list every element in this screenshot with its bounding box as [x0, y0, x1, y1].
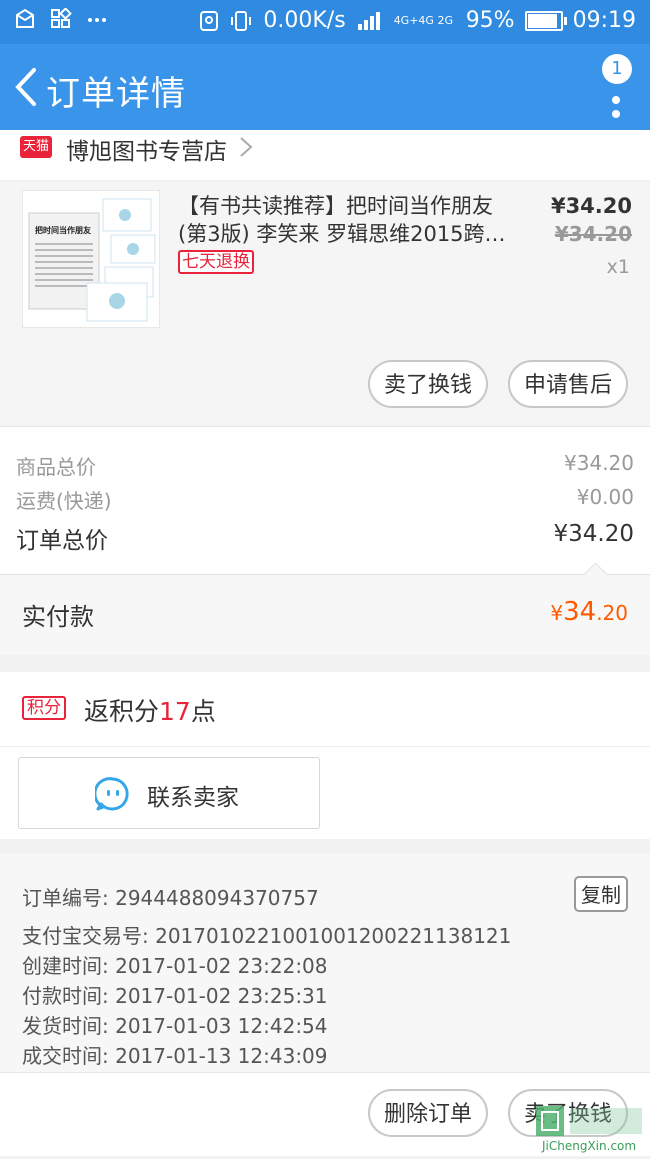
alipay-number: 支付宝交易号: 20170102210010012002211381​21: [22, 924, 512, 948]
contact-seller-label: 联系卖家: [147, 785, 239, 811]
book-cover-illustration: 把时间当作朋友: [28, 198, 156, 322]
paid-time: 付款时间: 2017-01-02 23:25:31: [22, 984, 328, 1008]
points-prefix: 返积分: [84, 697, 160, 726]
tmall-logo: 天猫: [20, 136, 52, 158]
paid-label: 实付款: [22, 603, 94, 631]
back-arrow-icon[interactable]: [8, 64, 44, 110]
cover-title: 把时间当作朋友: [35, 225, 91, 235]
seven-day-return-tag: 七天退换: [178, 250, 254, 274]
battery-percent: 95%: [465, 8, 515, 33]
sell-button[interactable]: 卖了换钱: [368, 360, 488, 408]
status-bar: 0.00K/s 4G+4G 2G 95% 09:19: [0, 0, 650, 44]
product-title-line2: (第3版) 李笑来 罗辑思维2015跨…: [178, 222, 506, 246]
site-watermark: JiChengXin.com: [532, 1100, 650, 1155]
points-text: 返积分17点: [84, 692, 216, 728]
product-title[interactable]: 【有书共读推荐】把时间当作朋友 (第3版) 李笑来 罗辑思维2015跨…: [178, 192, 513, 248]
status-left: [14, 8, 108, 30]
network-type: 4G+4G 2G: [393, 14, 453, 27]
apps-icon: [51, 8, 72, 28]
contact-area: 联系卖家: [0, 746, 650, 839]
paid-row: 实付款 ¥34.20: [0, 562, 650, 655]
message-icon: [16, 8, 34, 28]
product-image[interactable]: 把时间当作朋友: [22, 190, 160, 328]
watermark-logo: JiChengXin.com: [536, 1106, 642, 1153]
created-time: 创建时间: 2017-01-02 23:22:08: [22, 954, 328, 978]
battery-icon: [524, 10, 567, 31]
points-value: 17: [159, 697, 191, 726]
signal-icon: [357, 11, 380, 30]
order-total-row: 订单总价 ¥34.20: [16, 521, 634, 555]
paid-decimal: .20: [596, 601, 628, 625]
network-speed: 0.00K/s: [263, 8, 346, 33]
paid-currency: ¥: [550, 601, 564, 625]
order-total-value: ¥34.20: [553, 521, 634, 547]
shipping-value: ¥0.00: [576, 485, 634, 509]
order-total-label: 订单总价: [16, 528, 108, 554]
shipped-time: 发货时间: 2017-01-03 12:42:54: [22, 1014, 328, 1038]
page-title: 订单详情: [46, 74, 186, 114]
quantity: x1: [606, 256, 630, 278]
location-icon: [200, 10, 219, 31]
paid-amount: ¥34.20: [550, 597, 628, 627]
order-info: 订单编号: 2944488094370757 复制 支付宝交易号: 201701…: [0, 854, 650, 1072]
notification-badge: 1: [602, 54, 632, 84]
shop-name[interactable]: 博旭图书专营店: [66, 132, 227, 166]
points-suffix: 点: [190, 697, 216, 726]
vibrate-icon: [231, 10, 252, 31]
product-price: ¥34.20: [550, 194, 632, 218]
copy-button[interactable]: 复制: [574, 876, 628, 912]
delete-order-button[interactable]: 删除订单: [368, 1089, 488, 1137]
original-price: ¥34.20: [554, 222, 632, 246]
points-row: 积分 返积分17点: [0, 672, 650, 746]
goods-total-row: 商品总价 ¥34.20: [16, 451, 634, 480]
product-card: 把时间当作朋友 【有书共读推荐】把时间当作朋友 (第3版) 李笑来 罗辑思维20…: [0, 182, 650, 426]
clock: 09:19: [572, 8, 636, 33]
nav-bar: 订单详情 1: [0, 44, 650, 130]
contact-seller-button[interactable]: 联系卖家: [18, 757, 320, 829]
chat-bubble-icon: [95, 777, 129, 811]
paid-integer: 34: [563, 597, 597, 627]
chevron-right-icon: [240, 137, 253, 157]
price-summary: 商品总价 ¥34.20 运费(快递) ¥0.00 订单总价 ¥34.20: [0, 426, 650, 575]
shipping-row: 运费(快递) ¥0.00: [16, 485, 634, 514]
points-badge: 积分: [22, 696, 66, 720]
status-right: 0.00K/s 4G+4G 2G 95% 09:19: [199, 8, 636, 33]
more-dots-icon: [88, 18, 106, 22]
completed-time: 成交时间: 2017-01-13 12:43:09: [22, 1044, 328, 1068]
after-sale-button[interactable]: 申请售后: [508, 360, 628, 408]
goods-total-label: 商品总价: [16, 455, 96, 479]
goods-total-value: ¥34.20: [564, 451, 634, 475]
shop-row[interactable]: 天猫 博旭图书专营店: [0, 130, 650, 180]
order-number: 订单编号: 2944488094370757: [22, 886, 319, 910]
watermark-text: JiChengXin.com: [541, 1139, 636, 1153]
shipping-label: 运费(快递): [16, 489, 112, 513]
product-title-line1: 【有书共读推荐】把时间当作朋友: [178, 194, 493, 218]
